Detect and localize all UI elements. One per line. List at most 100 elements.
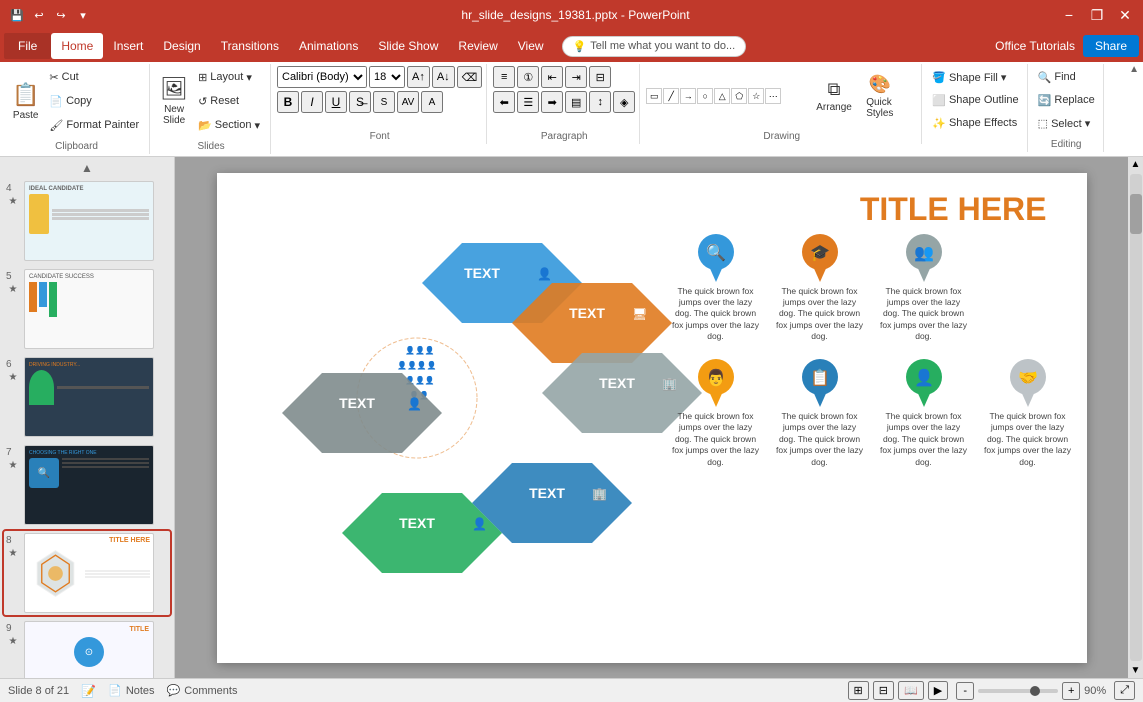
reading-view-button[interactable]: 📖 xyxy=(898,681,924,700)
numbering-button[interactable]: ① xyxy=(517,66,539,88)
shape-arrow[interactable]: → xyxy=(680,88,696,104)
menu-review[interactable]: Review xyxy=(448,33,507,59)
slide-sorter-button[interactable]: ⊟ xyxy=(873,681,894,700)
customize-icon[interactable]: ▾ xyxy=(74,6,92,24)
share-button[interactable]: Share xyxy=(1083,35,1139,57)
zoom-in-button[interactable]: + xyxy=(1062,682,1080,700)
right-scrollbar[interactable]: ▲ ▼ xyxy=(1128,157,1143,678)
line-spacing-button[interactable]: ↕ xyxy=(589,91,611,113)
slide-preview-5[interactable]: CANDIDATE SUCCESS xyxy=(24,269,154,349)
shape-line[interactable]: ╱ xyxy=(663,88,679,104)
shape-star[interactable]: ☆ xyxy=(748,88,764,104)
replace-button[interactable]: 🔄 Replace xyxy=(1034,89,1099,111)
align-left-button[interactable]: ⬅ xyxy=(493,91,515,113)
scroll-down-btn[interactable]: ▼ xyxy=(1129,663,1143,678)
align-center-button[interactable]: ☰ xyxy=(517,91,539,113)
char-spacing-button[interactable]: AV xyxy=(397,91,419,113)
strikethrough-button[interactable]: S̶ xyxy=(349,91,371,113)
slide-preview-6[interactable]: DRIVING INDUSTRY... xyxy=(24,357,154,437)
menu-design[interactable]: Design xyxy=(153,33,210,59)
align-right-button[interactable]: ➡ xyxy=(541,91,563,113)
font-color-button[interactable]: A xyxy=(421,91,443,113)
menu-animations[interactable]: Animations xyxy=(289,33,368,59)
menu-file[interactable]: File xyxy=(4,33,51,59)
shape-triangle[interactable]: △ xyxy=(714,88,730,104)
find-button[interactable]: 🔍 Find xyxy=(1034,66,1099,88)
slide-canvas[interactable]: TITLE HERE 👤👤👤 👤👤👤👤 👤👤👤 👤👤 xyxy=(217,173,1087,663)
svg-text:👤: 👤 xyxy=(407,397,422,411)
shape-more[interactable]: ⋯ xyxy=(765,88,781,104)
shape-fill-button[interactable]: 🪣 Shape Fill ▾ xyxy=(928,66,1022,88)
panel-scroll-up[interactable]: ▲ xyxy=(4,161,170,175)
scroll-track[interactable] xyxy=(1130,174,1142,661)
cut-button[interactable]: ✂ Cut xyxy=(45,66,143,88)
tell-me-input[interactable]: 💡 Tell me what you want to do... xyxy=(562,36,747,57)
save-icon[interactable]: 💾 xyxy=(8,6,26,24)
scroll-up-btn[interactable]: ▲ xyxy=(1129,157,1143,172)
section-button[interactable]: 📂 Section ▾ xyxy=(194,114,264,136)
scroll-thumb[interactable] xyxy=(1130,194,1142,234)
copy-button[interactable]: 📄 Copy xyxy=(45,90,143,112)
shape-pentagon[interactable]: ⬠ xyxy=(731,88,747,104)
increase-indent-button[interactable]: ⇥ xyxy=(565,66,587,88)
slide-thumb-7[interactable]: 7 ★ CHOOSING THE RIGHT ONE 🔍 xyxy=(4,443,170,527)
slide-thumb-5[interactable]: 5 ★ CANDIDATE SUCCESS xyxy=(4,267,170,351)
menu-insert[interactable]: Insert xyxy=(103,33,153,59)
new-slide-button[interactable]: 🖼 NewSlide xyxy=(156,71,192,131)
layout-button[interactable]: ⊞ Layout ▾ xyxy=(194,66,264,88)
shape-effects-button[interactable]: ✨ Shape Effects xyxy=(928,112,1022,134)
slide-preview-7[interactable]: CHOOSING THE RIGHT ONE 🔍 xyxy=(24,445,154,525)
slide-thumb-6[interactable]: 6 ★ DRIVING INDUSTRY... xyxy=(4,355,170,439)
zoom-thumb[interactable] xyxy=(1030,686,1040,696)
zoom-out-button[interactable]: - xyxy=(956,682,974,700)
arrange-button[interactable]: ⧉ Arrange xyxy=(812,66,856,126)
italic-button[interactable]: I xyxy=(301,91,323,113)
decrease-font-button[interactable]: A↓ xyxy=(432,66,455,88)
restore-button[interactable]: ❐ xyxy=(1087,5,1107,25)
menu-home[interactable]: Home xyxy=(51,33,103,59)
underline-button[interactable]: U xyxy=(325,91,347,113)
select-button[interactable]: ⬚ Select ▾ xyxy=(1034,112,1099,134)
bullets-button[interactable]: ≡ xyxy=(493,66,515,88)
increase-font-button[interactable]: A↑ xyxy=(407,66,430,88)
clear-format-button[interactable]: ⌫ xyxy=(457,66,483,88)
menu-slide-show[interactable]: Slide Show xyxy=(368,33,448,59)
close-button[interactable]: ✕ xyxy=(1115,5,1135,25)
shape-outline-button[interactable]: ⬜ Shape Outline xyxy=(928,89,1022,111)
shape-oval[interactable]: ○ xyxy=(697,88,713,104)
text-shadow-button[interactable]: S xyxy=(373,91,395,113)
quick-styles-area: 🎨 QuickStyles xyxy=(860,66,900,126)
fit-slide-button[interactable]: ⤢ xyxy=(1114,681,1135,700)
slide-thumb-9[interactable]: 9 ★ TITLE ⊙ xyxy=(4,619,170,678)
slide-thumb-8[interactable]: 8 ★ TITLE HERE xyxy=(4,531,170,615)
menu-view[interactable]: View xyxy=(508,33,554,59)
menu-transitions[interactable]: Transitions xyxy=(211,33,289,59)
slideshow-button[interactable]: ▶ xyxy=(928,681,948,700)
convert-to-smartart-button[interactable]: ◈ xyxy=(613,91,635,113)
font-family-select[interactable]: Calibri (Body) xyxy=(277,66,367,88)
undo-icon[interactable]: ↩ xyxy=(30,6,48,24)
slide-preview-8[interactable]: TITLE HERE xyxy=(24,533,154,613)
paste-button[interactable]: 📋 Paste xyxy=(8,71,43,131)
slide-preview-9[interactable]: TITLE ⊙ xyxy=(24,621,154,678)
bold-button[interactable]: B xyxy=(277,91,299,113)
notes-button[interactable]: 📄 Notes xyxy=(108,684,154,697)
ribbon-collapse-button[interactable]: ▲ xyxy=(1129,64,1139,75)
shape-rect[interactable]: ▭ xyxy=(646,88,662,104)
office-tutorials-link[interactable]: Office Tutorials xyxy=(995,39,1075,53)
columns-button[interactable]: ⊟ xyxy=(589,66,611,88)
quick-styles-button[interactable]: 🎨 QuickStyles xyxy=(860,66,900,126)
font-size-select[interactable]: 18 xyxy=(369,66,405,88)
decrease-indent-button[interactable]: ⇤ xyxy=(541,66,563,88)
normal-view-button[interactable]: ⊞ xyxy=(848,681,869,700)
comments-button[interactable]: 💬 Comments xyxy=(167,684,238,697)
redo-icon[interactable]: ↪ xyxy=(52,6,70,24)
minimize-button[interactable]: − xyxy=(1059,5,1079,25)
reset-button[interactable]: ↺ Reset xyxy=(194,90,264,112)
justify-button[interactable]: ▤ xyxy=(565,91,587,113)
zoom-slider[interactable] xyxy=(978,689,1058,693)
slide-preview-4[interactable]: IDEAL CANDIDATE xyxy=(24,181,154,261)
info-card-6: 👤 The quick brown fox jumps over the laz… xyxy=(875,353,973,472)
format-painter-button[interactable]: 🖌 Format Painter xyxy=(45,114,143,136)
slide-thumb-4[interactable]: 4 ★ IDEAL CANDIDATE xyxy=(4,179,170,263)
